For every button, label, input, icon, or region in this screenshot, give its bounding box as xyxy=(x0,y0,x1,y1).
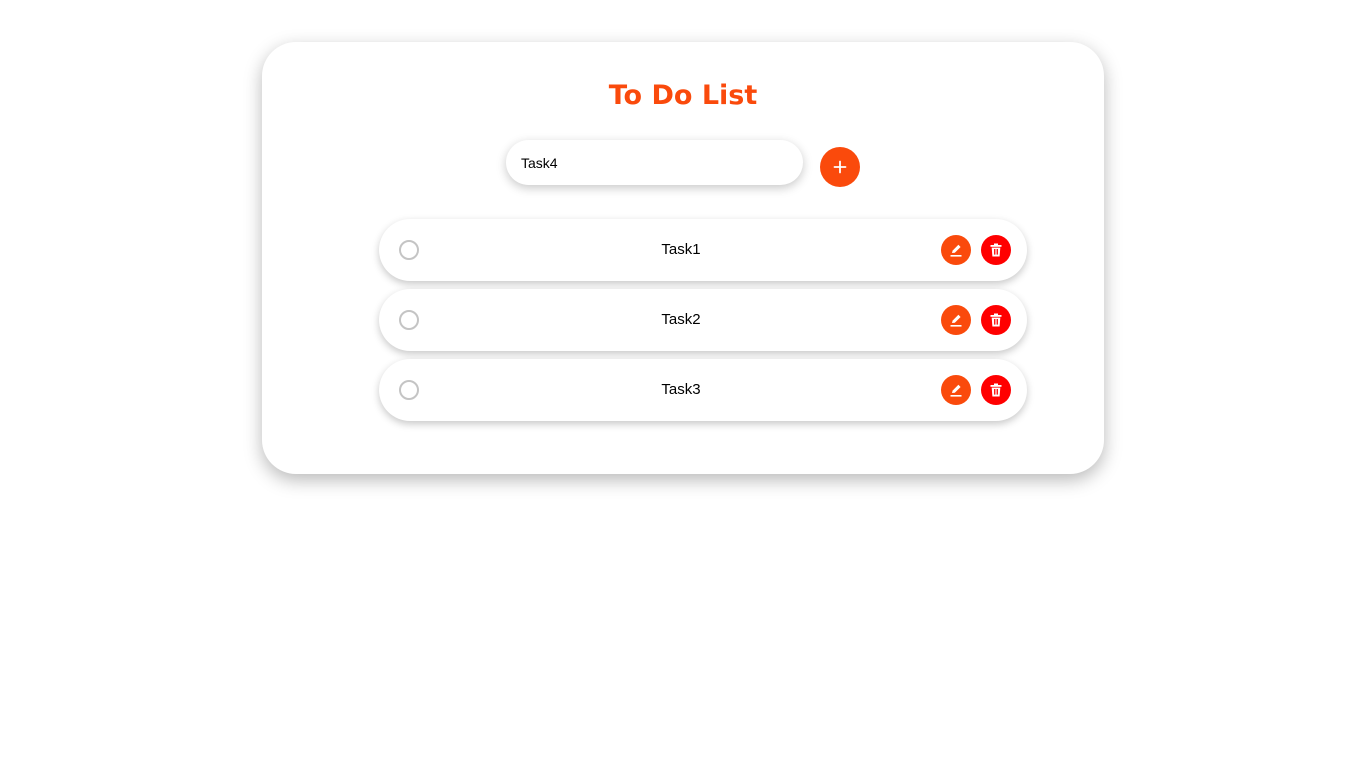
edit-task-button[interactable] xyxy=(941,305,971,335)
delete-task-button[interactable] xyxy=(981,375,1011,405)
trash-icon xyxy=(988,382,1004,398)
pencil-icon xyxy=(948,382,964,398)
new-task-field xyxy=(506,140,803,185)
edit-task-button[interactable] xyxy=(941,375,971,405)
todo-card: To Do List Task1 xyxy=(262,42,1104,474)
trash-icon xyxy=(988,312,1004,328)
pencil-icon xyxy=(948,312,964,328)
task-item: Task1 xyxy=(379,219,1027,281)
new-task-input[interactable] xyxy=(506,140,803,185)
delete-task-button[interactable] xyxy=(981,235,1011,265)
add-task-button[interactable] xyxy=(820,147,860,187)
task-label: Task1 xyxy=(661,241,701,258)
task-label: Task2 xyxy=(661,311,701,328)
page-title: To Do List xyxy=(608,80,758,111)
delete-task-button[interactable] xyxy=(981,305,1011,335)
plus-icon xyxy=(833,160,847,174)
pencil-icon xyxy=(948,242,964,258)
edit-task-button[interactable] xyxy=(941,235,971,265)
task-item: Task2 xyxy=(379,289,1027,351)
task-item: Task3 xyxy=(379,359,1027,421)
trash-icon xyxy=(988,242,1004,258)
task-list: Task1 Task2 Task3 xyxy=(379,219,1027,429)
task-label: Task3 xyxy=(661,381,701,398)
